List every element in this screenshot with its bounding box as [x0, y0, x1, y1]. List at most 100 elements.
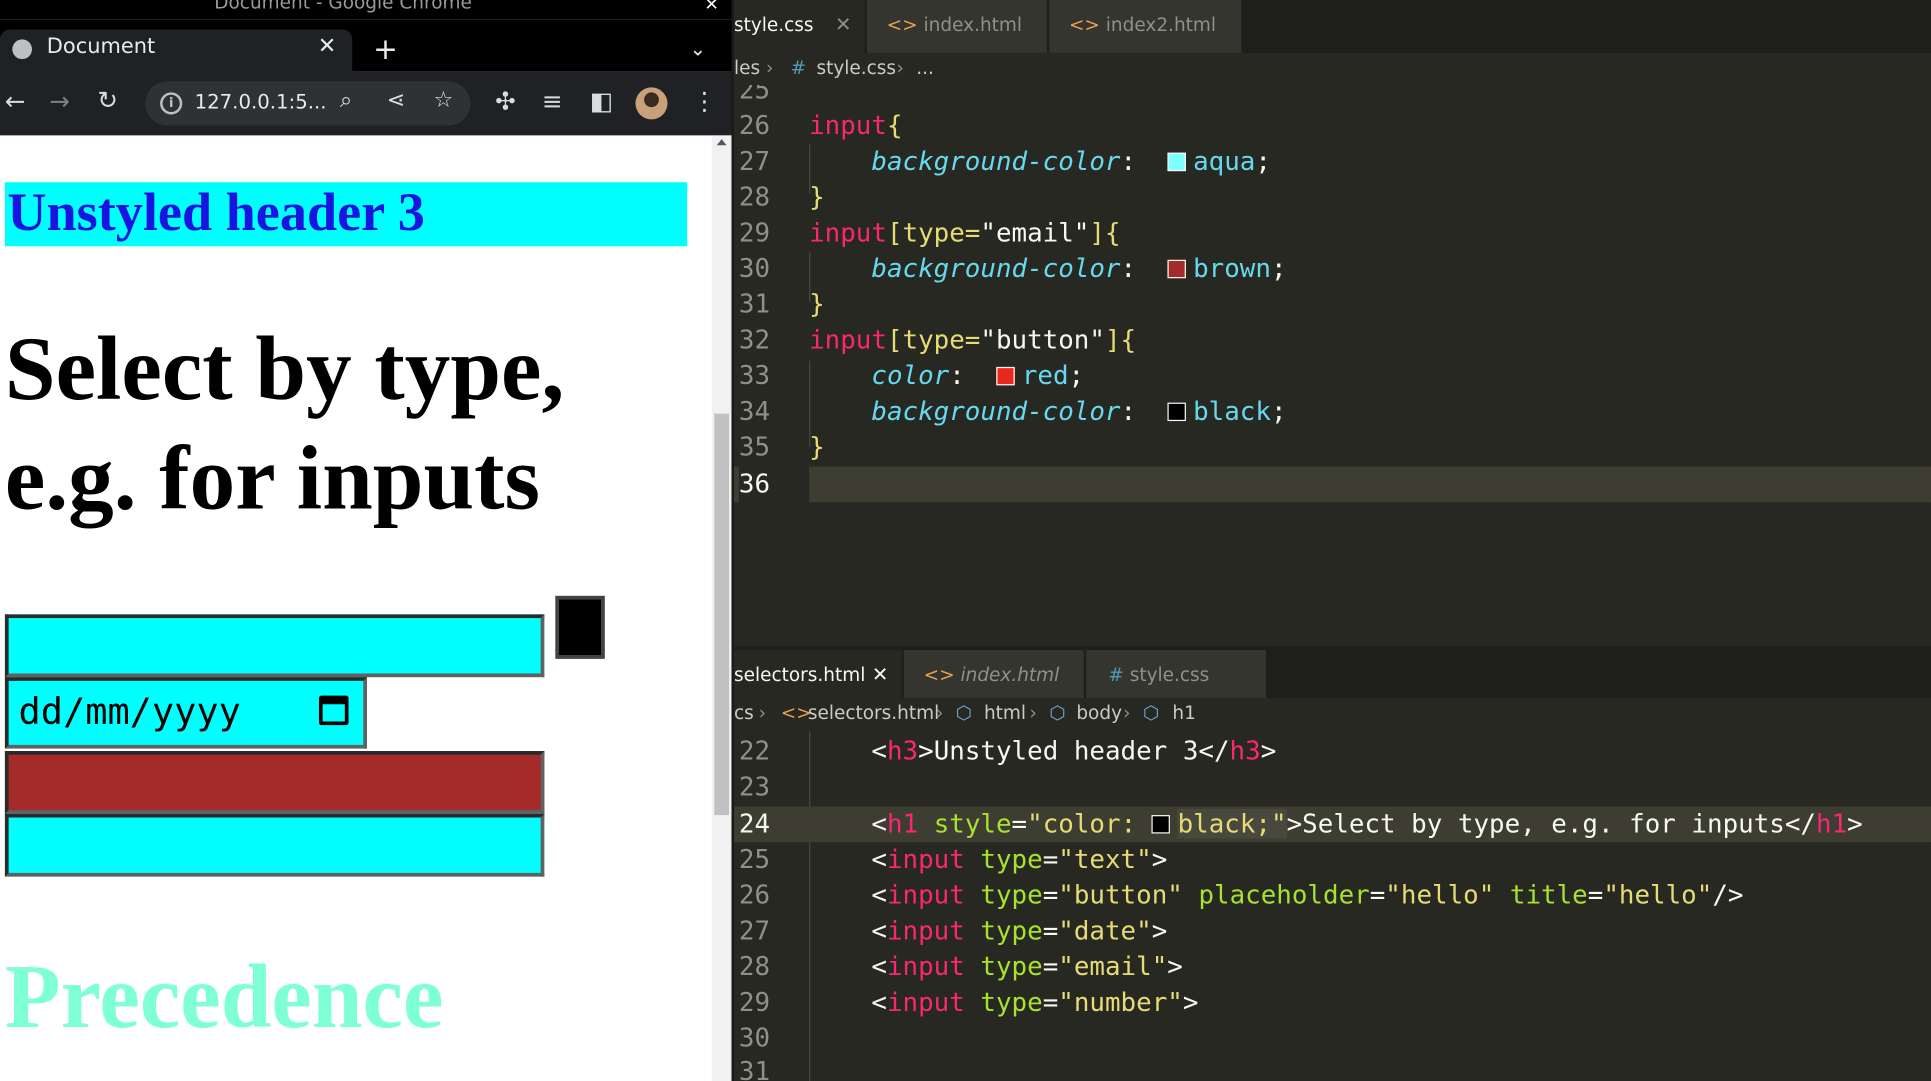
heading-line-2: e.g. for inputs — [4, 428, 540, 530]
breadcrumb-h1[interactable]: h1 — [1172, 702, 1195, 724]
code-line: 35} — [738, 432, 825, 462]
page-scrollbar[interactable] — [711, 135, 732, 1081]
tab-label: selectors.html — [733, 663, 866, 686]
tab-style-css[interactable]: # style.css — [1086, 650, 1266, 704]
current-code-line: 24 <h1 style="color: black;">Select by t… — [733, 806, 1931, 843]
html-file-icon: <> — [1068, 13, 1100, 36]
breadcrumb-file[interactable]: style.css — [816, 57, 896, 79]
tab-label: style.css — [1129, 663, 1210, 686]
new-tab-button[interactable]: + — [373, 32, 398, 66]
tab-label: index.html — [960, 663, 1060, 686]
top-breadcrumb: les › # style.css › ... — [733, 52, 1931, 85]
code-line: 25 <input type="text"> — [738, 844, 1168, 875]
tab-strip: Document ✕ + ⌄ — [0, 19, 732, 72]
button-input[interactable] — [555, 595, 605, 659]
share-icon[interactable]: ⋖ — [387, 87, 406, 113]
site-info-icon[interactable]: i — [160, 92, 183, 115]
page-viewport: Unstyled header 3 Select by type, e.g. f… — [0, 135, 732, 1081]
code-line: 28 <input type="email"> — [738, 951, 1183, 982]
tab-close-icon[interactable]: ✕ — [872, 662, 889, 685]
code-line: 28} — [738, 182, 825, 212]
html-file-icon: <> — [923, 663, 955, 686]
address-bar[interactable]: i 127.0.0.1:5... ⌕ ⋖ ☆ — [145, 81, 471, 126]
element-cube-icon: ⬡ — [955, 701, 972, 724]
element-cube-icon: ⬡ — [1049, 701, 1066, 724]
profile-avatar[interactable] — [635, 87, 668, 120]
tab-close-icon[interactable]: ✕ — [318, 33, 337, 59]
calendar-icon[interactable] — [318, 695, 349, 726]
code-line: 23 — [738, 771, 771, 802]
code-line: 29 input[type="email"]{ — [738, 217, 1121, 248]
code-editor: style.css ✕ <> index.html <> index2.html… — [733, 0, 1931, 1081]
breadcrumb-chevron-icon: › — [1123, 701, 1131, 724]
window-close-icon[interactable]: ✕ — [704, 0, 718, 15]
scrollbar-thumb[interactable] — [714, 413, 730, 816]
globe-icon — [12, 39, 33, 60]
color-swatch[interactable] — [1167, 152, 1186, 172]
breadcrumb-more[interactable]: ... — [916, 57, 934, 79]
code-line: 25 — [738, 84, 771, 105]
reading-list-icon[interactable]: ≡ — [542, 86, 563, 116]
scroll-up-arrow-icon[interactable] — [716, 139, 727, 146]
browser-window: Document - Google Chrome ✕ Document ✕ + … — [0, 0, 732, 1081]
breadcrumb-body[interactable]: body — [1076, 702, 1122, 724]
back-arrow-icon[interactable]: ← — [5, 86, 26, 116]
breadcrumb-html[interactable]: html — [984, 702, 1026, 724]
code-line: 32 input[type="button"]{ — [738, 325, 1137, 355]
code-line: 22 <h3>Unstyled header 3</h3> — [738, 736, 1277, 766]
color-swatch[interactable] — [995, 366, 1015, 386]
code-line: 30 background-color: brown; — [738, 253, 1287, 284]
breadcrumb-chevron-icon: › — [765, 56, 774, 79]
bookmark-star-icon[interactable]: ☆ — [433, 87, 453, 113]
css-file-icon: # — [1108, 663, 1124, 686]
css-file-icon: # — [790, 56, 807, 79]
side-panel-icon[interactable]: ◧ — [590, 86, 613, 116]
forward-arrow-icon[interactable]: → — [49, 86, 70, 116]
code-line: 34 background-color: black; — [738, 396, 1287, 426]
url-text: 127.0.0.1:5... — [194, 89, 327, 114]
css-code-pane[interactable]: 25 26 input{ 27 background-color: aqua; 2… — [733, 84, 1931, 646]
reload-icon[interactable]: ↻ — [97, 85, 118, 115]
browser-tab-document[interactable]: Document ✕ — [0, 29, 353, 72]
email-input[interactable] — [4, 751, 545, 814]
tab-search-chevron-icon[interactable]: ⌄ — [690, 37, 707, 60]
code-line: 26 input{ — [738, 110, 903, 141]
tab-index-html[interactable]: <> index.html — [903, 650, 1084, 704]
tab-label: index2.html — [1105, 13, 1217, 36]
number-input[interactable] — [4, 813, 545, 877]
html-file-icon: <> — [886, 13, 918, 36]
tab-index-html[interactable]: <> index.html — [866, 0, 1047, 53]
extensions-puzzle-icon[interactable]: ✣ — [495, 86, 516, 116]
breadcrumb-folder[interactable]: cs — [734, 702, 754, 724]
code-line: 26 <input type="button" placeholder="hel… — [738, 880, 1744, 910]
breadcrumb-chevron-icon: › — [935, 701, 944, 724]
top-editor-tabs: style.css ✕ <> index.html <> index2.html — [733, 0, 1931, 53]
menu-kebab-icon[interactable]: ⋮ — [692, 86, 717, 116]
tab-title: Document — [46, 34, 156, 60]
date-input[interactable]: dd/mm/yyyy — [4, 677, 367, 749]
bottom-editor-tabs: selectors.html ✕ <> index.html # style.c… — [733, 650, 1931, 704]
tab-close-icon[interactable]: ✕ — [835, 12, 852, 35]
tab-index2-html[interactable]: <> index2.html — [1049, 0, 1242, 53]
zoom-icon[interactable]: ⌕ — [340, 87, 352, 113]
tab-selectors-html[interactable]: selectors.html ✕ — [733, 650, 902, 704]
color-swatch[interactable] — [1151, 815, 1171, 834]
html-code-pane[interactable]: 22 <h3>Unstyled header 3</h3> 23 24 <h1 … — [733, 731, 1931, 1081]
code-line: 29 <input type="number"> — [738, 987, 1199, 1017]
breadcrumb-folder[interactable]: les — [734, 57, 760, 79]
h3-text: Unstyled header 3 — [7, 182, 425, 243]
code-line: 27 <input type="date"> — [738, 916, 1168, 946]
tab-label: index.html — [923, 13, 1023, 36]
browser-toolbar: ← → ↻ i 127.0.0.1:5... ⌕ ⋖ ☆ ✣ ≡ ◧ ⋮ — [0, 71, 732, 136]
page-heading: Select by type, e.g. for inputs — [5, 315, 707, 534]
color-swatch[interactable] — [1167, 402, 1186, 422]
code-line: 31} — [738, 289, 825, 319]
breadcrumb-file[interactable]: selectors.html — [808, 702, 939, 724]
breadcrumb-chevron-icon: › — [896, 56, 904, 79]
color-swatch[interactable] — [1167, 259, 1186, 279]
tab-style-css[interactable]: style.css ✕ — [733, 0, 865, 53]
code-line: 33 color: red; — [738, 360, 1085, 391]
text-input[interactable] — [4, 614, 545, 678]
breadcrumb-chevron-icon: › — [1029, 701, 1037, 724]
window-title: Document - Google Chrome — [214, 0, 472, 14]
